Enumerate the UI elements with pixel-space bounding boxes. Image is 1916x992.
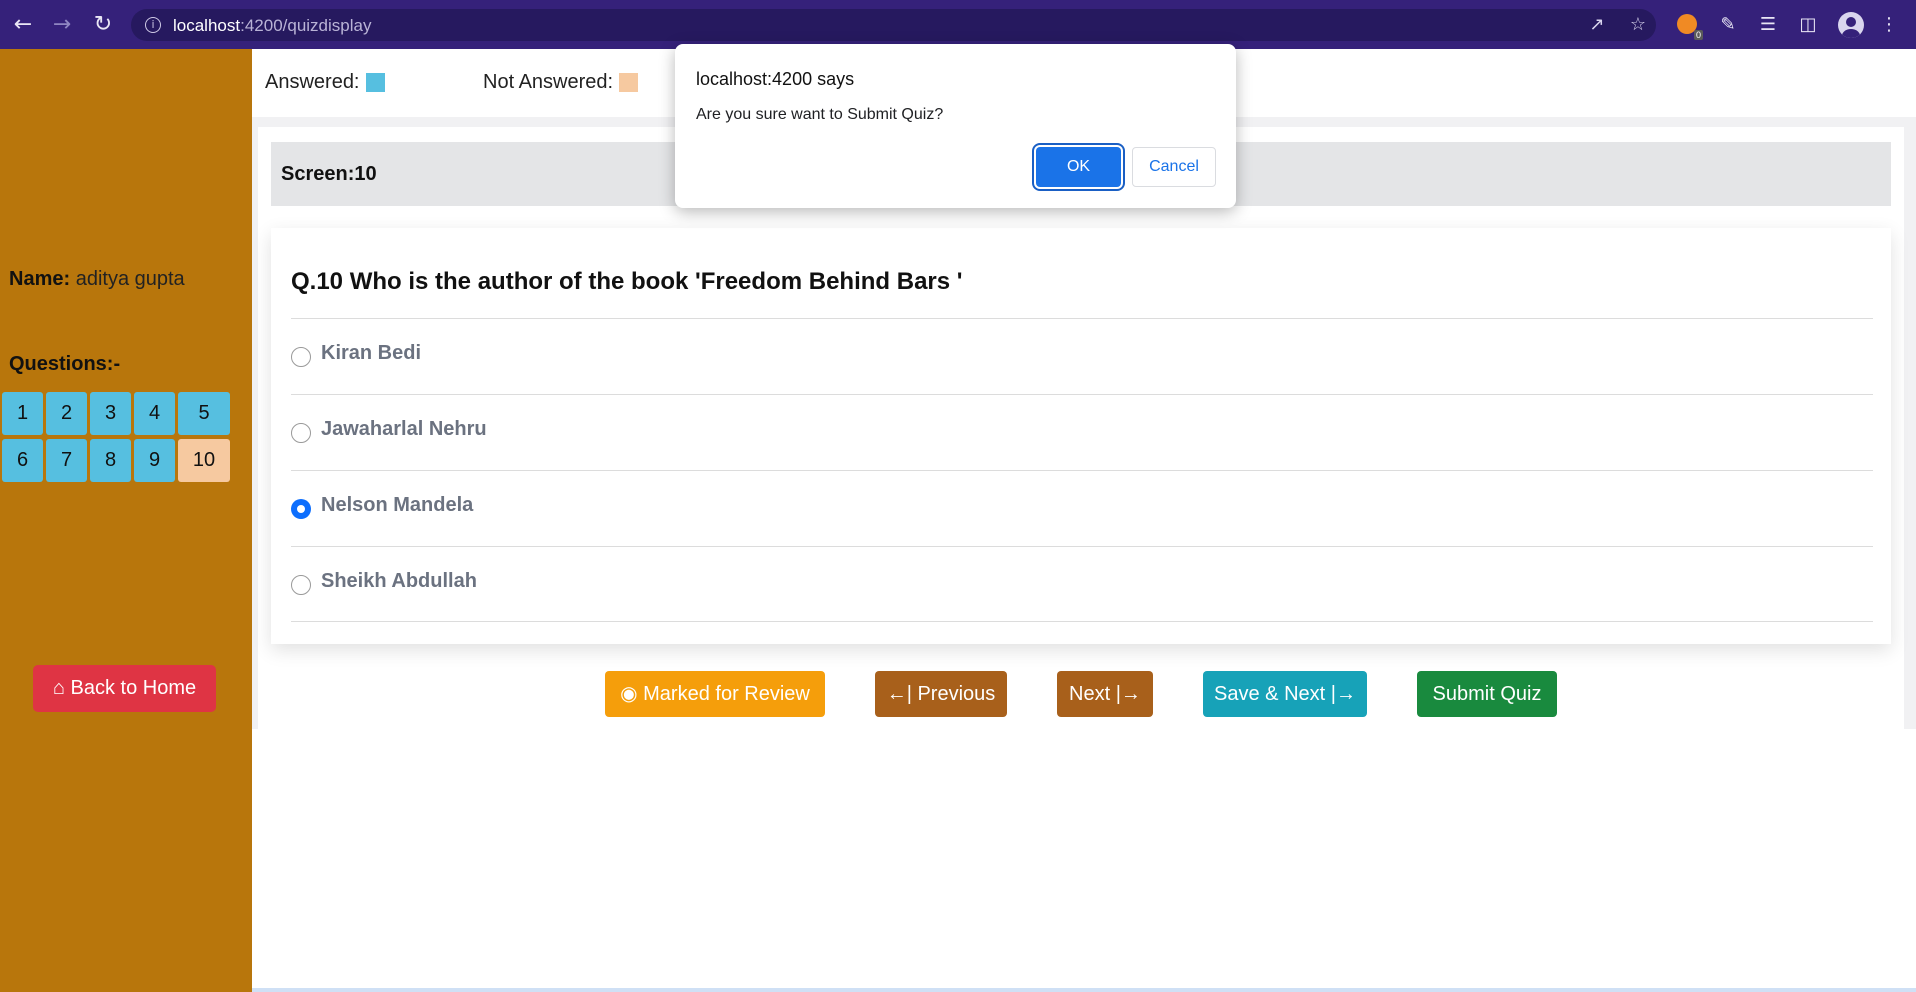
address-bar[interactable]: i localhost:4200/quizdisplay ↗ ☆ bbox=[131, 9, 1656, 41]
legend-answered-label: Answered: bbox=[265, 71, 360, 93]
question-palette-button[interactable]: 4 bbox=[134, 392, 175, 435]
url-host: localhost bbox=[173, 16, 241, 35]
reload-icon[interactable]: ↻ bbox=[90, 12, 116, 38]
arrow-right-icon[interactable]: → bbox=[49, 12, 75, 38]
question-card: Q.10 Who is the author of the book 'Free… bbox=[271, 228, 1891, 644]
cancel-button[interactable]: Cancel bbox=[1132, 147, 1216, 187]
option-label[interactable]: Kiran Bedi bbox=[321, 342, 421, 365]
question-palette-button-current[interactable]: 10 bbox=[178, 439, 230, 482]
answer-option[interactable]: Jawaharlal Nehru bbox=[291, 394, 1873, 470]
avatar-icon[interactable] bbox=[1838, 12, 1864, 38]
radio-button[interactable] bbox=[291, 347, 311, 367]
arrow-left-icon[interactable]: ← bbox=[10, 12, 36, 38]
radio-button[interactable] bbox=[291, 575, 311, 595]
extension-badge: 0 bbox=[1693, 30, 1703, 40]
question-palette-button[interactable]: 5 bbox=[178, 392, 230, 435]
puzzle-icon[interactable]: ✎ bbox=[1716, 13, 1740, 37]
legend-not-answered-label: Not Answered: bbox=[483, 71, 614, 93]
dialog-title: localhost:4200 says bbox=[696, 69, 855, 89]
answer-option[interactable]: Kiran Bedi bbox=[291, 318, 1873, 394]
sidebar bbox=[0, 49, 252, 992]
question-palette-button[interactable]: 8 bbox=[90, 439, 131, 482]
legend-answered: Answered: bbox=[265, 71, 385, 94]
submit-quiz-button[interactable]: Submit Quiz bbox=[1417, 671, 1557, 717]
radio-button[interactable] bbox=[291, 423, 311, 443]
radio-button-checked[interactable] bbox=[291, 499, 311, 519]
question-palette-button[interactable]: 3 bbox=[90, 392, 131, 435]
arrow-right-bar-icon: |→ bbox=[1115, 683, 1141, 705]
save-and-next-label: Save & Next bbox=[1214, 683, 1326, 705]
user-name-line: Name: aditya gupta bbox=[9, 268, 185, 291]
save-and-next-button[interactable]: Save & Next |→ bbox=[1203, 671, 1367, 717]
arrow-left-bar-icon: ←| bbox=[886, 683, 912, 705]
info-icon[interactable]: i bbox=[145, 17, 161, 33]
option-label[interactable]: Jawaharlal Nehru bbox=[321, 418, 487, 441]
bottom-strip bbox=[252, 988, 1916, 992]
marked-for-review-button[interactable]: ◉ Marked for Review bbox=[605, 671, 825, 717]
browser-toolbar: ← → ↻ i localhost:4200/quizdisplay ↗ ☆ 0… bbox=[0, 0, 1916, 49]
question-palette-button[interactable]: 2 bbox=[46, 392, 87, 435]
extension-icon[interactable]: 0 bbox=[1677, 14, 1703, 40]
answer-option[interactable]: Sheikh Abdullah bbox=[291, 546, 1873, 622]
option-label[interactable]: Nelson Mandela bbox=[321, 494, 473, 517]
side-panel-icon[interactable]: ◫ bbox=[1796, 13, 1820, 37]
previous-label: Previous bbox=[917, 683, 996, 705]
answer-option-selected[interactable]: Nelson Mandela bbox=[291, 470, 1873, 546]
kebab-menu-icon[interactable]: ⋮ bbox=[1877, 13, 1901, 37]
name-label: Name: bbox=[9, 268, 71, 290]
answered-swatch bbox=[365, 73, 385, 92]
option-label[interactable]: Sheikh Abdullah bbox=[321, 570, 477, 593]
user-name: aditya gupta bbox=[75, 268, 185, 290]
home-icon: ⌂ bbox=[52, 677, 65, 699]
ok-button[interactable]: OK bbox=[1036, 147, 1121, 187]
dialog-message: Are you sure want to Submit Quiz? bbox=[696, 106, 944, 123]
question-palette-button[interactable]: 6 bbox=[2, 439, 43, 482]
star-icon[interactable]: ☆ bbox=[1627, 14, 1649, 36]
question-palette-button[interactable]: 1 bbox=[2, 392, 43, 435]
questions-title: Questions:- bbox=[9, 353, 121, 375]
reading-list-icon[interactable]: ☰ bbox=[1756, 13, 1780, 37]
next-label: Next bbox=[1069, 683, 1111, 705]
url-path: :4200/quizdisplay bbox=[240, 16, 372, 35]
eye-icon: ◉ bbox=[620, 683, 638, 705]
marked-for-review-label: Marked for Review bbox=[643, 683, 810, 705]
next-button[interactable]: Next |→ bbox=[1057, 671, 1153, 717]
back-to-home-button[interactable]: ⌂ Back to Home bbox=[33, 665, 216, 712]
question-palette-button[interactable]: 9 bbox=[134, 439, 175, 482]
previous-button[interactable]: ←| Previous bbox=[875, 671, 1007, 717]
question-palette-button[interactable]: 7 bbox=[46, 439, 87, 482]
question-title: Q.10 Who is the author of the book 'Free… bbox=[291, 268, 963, 295]
screen-label: Screen:10 bbox=[281, 163, 377, 185]
confirm-dialog: localhost:4200 says Are you sure want to… bbox=[675, 44, 1236, 208]
not-answered-swatch bbox=[619, 73, 639, 92]
arrow-right-bar-icon: |→ bbox=[1330, 683, 1356, 705]
share-icon[interactable]: ↗ bbox=[1586, 14, 1608, 36]
legend-not-answered: Not Answered: bbox=[483, 71, 639, 94]
back-to-home-label: Back to Home bbox=[70, 677, 197, 699]
address-url[interactable]: localhost:4200/quizdisplay bbox=[173, 16, 371, 36]
